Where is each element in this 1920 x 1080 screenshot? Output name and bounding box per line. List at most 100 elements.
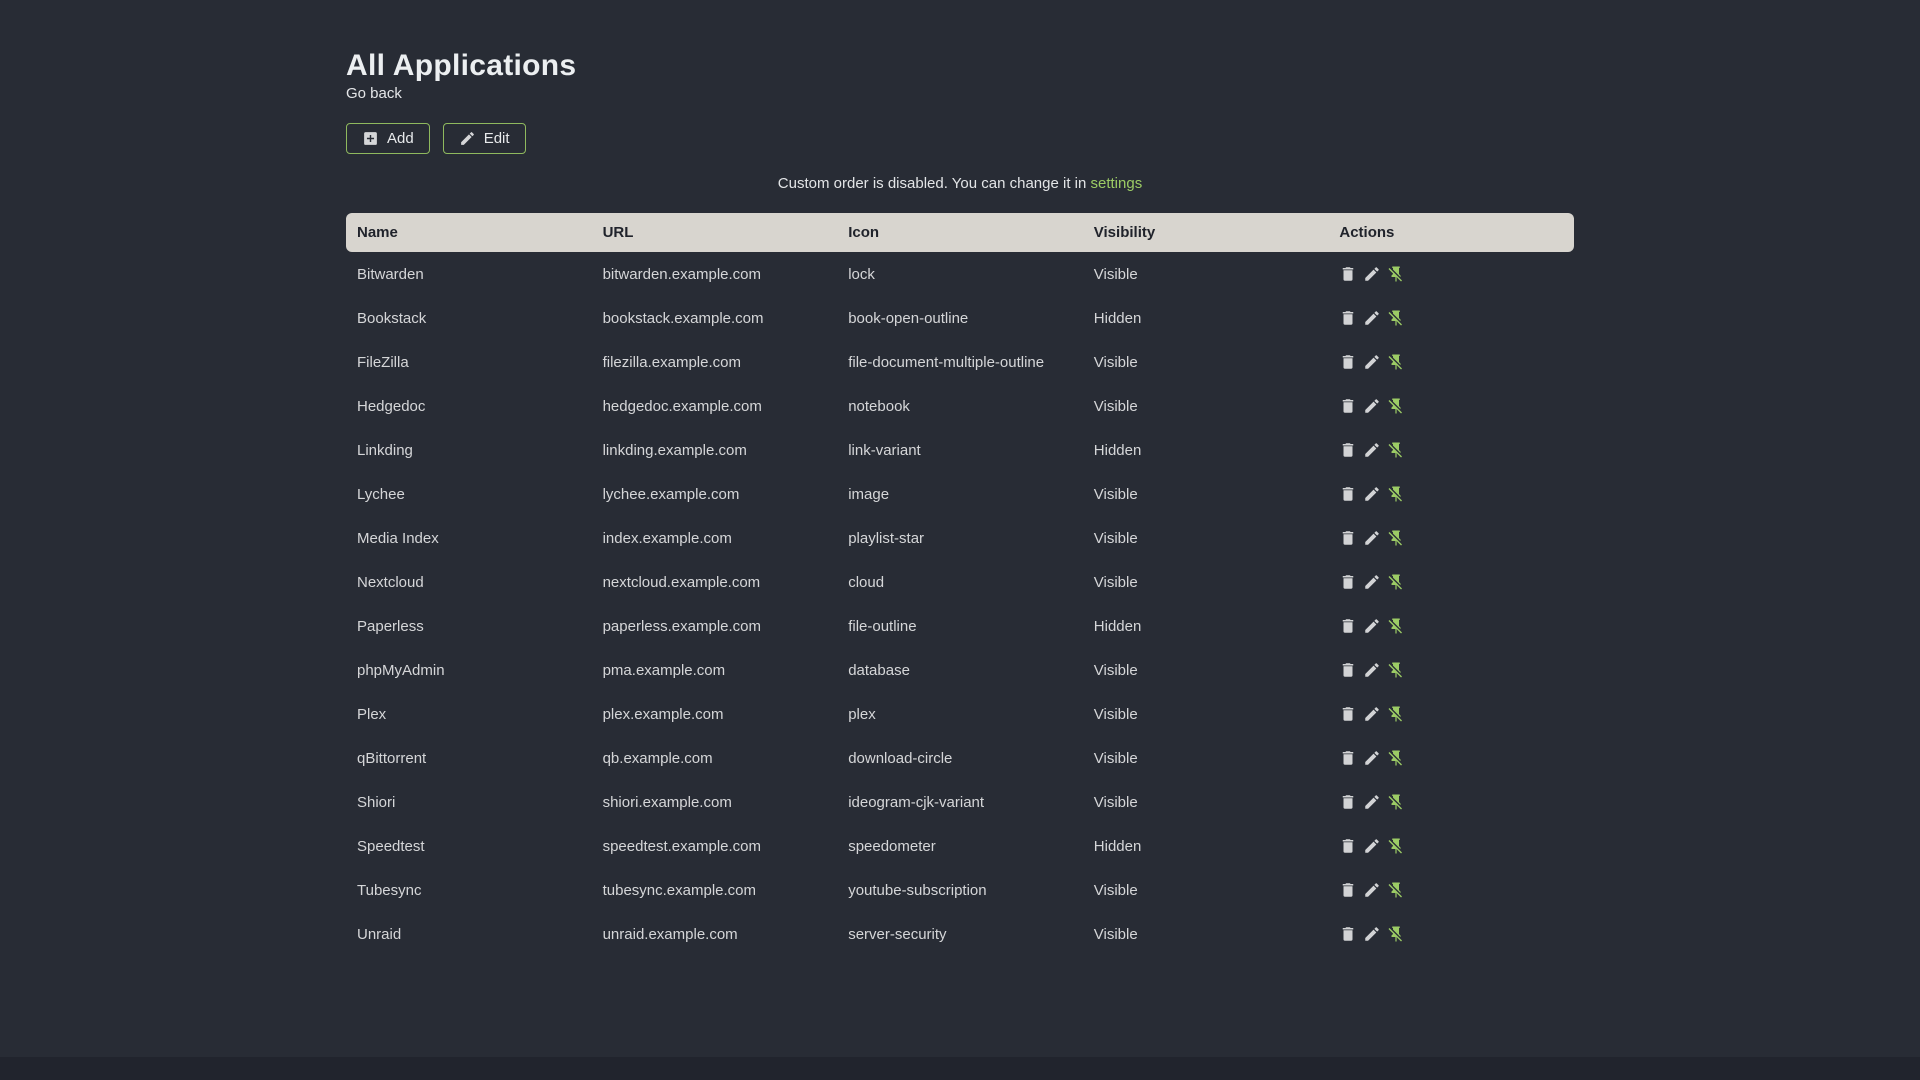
pin-off-icon[interactable] (1387, 749, 1405, 767)
delete-icon[interactable] (1339, 661, 1357, 679)
delete-icon[interactable] (1339, 617, 1357, 635)
app-name-cell: Plex (357, 705, 387, 723)
delete-icon[interactable] (1339, 353, 1357, 371)
delete-icon[interactable] (1339, 573, 1357, 591)
pencil-icon[interactable] (1363, 661, 1381, 679)
table-header-row: Name URL Icon Visibility Actions (346, 213, 1574, 252)
app-url-cell: nextcloud.example.com (602, 573, 761, 591)
notice-text: Custom order is disabled. You can change… (777, 175, 1087, 192)
pin-off-icon[interactable] (1387, 617, 1405, 635)
pencil-icon[interactable] (1363, 837, 1381, 855)
add-button[interactable]: Add (346, 123, 430, 154)
app-visibility-cell: Visible (1093, 881, 1138, 899)
app-icon-cell: ideogram-cjk-variant (848, 793, 985, 811)
app-actions-cell (1328, 309, 1574, 327)
pencil-icon[interactable] (1363, 925, 1381, 943)
app-icon-cell: lock (848, 265, 875, 283)
pencil-icon[interactable] (1363, 397, 1381, 415)
pin-off-icon[interactable] (1387, 441, 1405, 459)
pin-off-icon[interactable] (1387, 881, 1405, 899)
delete-icon[interactable] (1339, 529, 1357, 547)
delete-icon[interactable] (1339, 265, 1357, 283)
app-icon-cell: database (848, 661, 910, 679)
pin-off-icon[interactable] (1387, 837, 1405, 855)
app-visibility-cell: Visible (1093, 793, 1138, 811)
pencil-icon[interactable] (1363, 793, 1381, 811)
app-name-cell: Bookstack (357, 309, 427, 327)
app-visibility-cell: Visible (1093, 529, 1138, 547)
app-icon-cell: speedometer (848, 837, 936, 855)
app-actions-cell (1328, 837, 1574, 855)
app-icon-cell: book-open-outline (848, 309, 969, 327)
pin-off-icon[interactable] (1387, 265, 1405, 283)
delete-icon[interactable] (1339, 441, 1357, 459)
table-row: FileZilla filezilla.example.com file-doc… (346, 340, 1574, 384)
app-actions-cell (1328, 573, 1574, 591)
pin-off-icon[interactable] (1387, 485, 1405, 503)
pencil-icon[interactable] (1363, 573, 1381, 591)
pencil-icon[interactable] (1363, 485, 1381, 503)
app-name-cell: Tubesync (357, 881, 422, 899)
delete-icon[interactable] (1339, 925, 1357, 943)
table-row: qBittorrent qb.example.com download-circ… (346, 736, 1574, 780)
column-header-url: URL (602, 224, 634, 241)
app-url-cell: filezilla.example.com (602, 353, 741, 371)
settings-link[interactable]: settings (1091, 175, 1143, 192)
app-url-cell: speedtest.example.com (602, 837, 762, 855)
delete-icon[interactable] (1339, 397, 1357, 415)
table-row: Plex plex.example.com plex Visible (346, 692, 1574, 736)
column-header-actions: Actions (1339, 224, 1395, 241)
pin-off-icon[interactable] (1387, 309, 1405, 327)
delete-icon[interactable] (1339, 837, 1357, 855)
pencil-icon (459, 130, 476, 147)
delete-icon[interactable] (1339, 485, 1357, 503)
app-url-cell: unraid.example.com (602, 925, 738, 943)
table-row: Shiori shiori.example.com ideogram-cjk-v… (346, 780, 1574, 824)
app-name-cell: Media Index (357, 529, 439, 547)
app-visibility-cell: Visible (1093, 265, 1138, 283)
delete-icon[interactable] (1339, 309, 1357, 327)
app-actions-cell (1328, 529, 1574, 547)
table-row: Speedtest speedtest.example.com speedome… (346, 824, 1574, 868)
app-url-cell: linkding.example.com (602, 441, 747, 459)
pin-off-icon[interactable] (1387, 661, 1405, 679)
app-visibility-cell: Visible (1093, 573, 1138, 591)
pencil-icon[interactable] (1363, 309, 1381, 327)
add-button-label: Add (387, 130, 414, 147)
app-visibility-cell: Visible (1093, 925, 1138, 943)
table-row: Tubesync tubesync.example.com youtube-su… (346, 868, 1574, 912)
go-back-link[interactable]: Go back (346, 85, 402, 103)
pencil-icon[interactable] (1363, 705, 1381, 723)
app-visibility-cell: Hidden (1093, 617, 1142, 635)
app-actions-cell (1328, 925, 1574, 943)
delete-icon[interactable] (1339, 793, 1357, 811)
applications-page: All Applications Go back Add Edit Custom… (0, 0, 1920, 1057)
edit-button[interactable]: Edit (442, 123, 526, 154)
pencil-icon[interactable] (1363, 529, 1381, 547)
pencil-icon[interactable] (1363, 617, 1381, 635)
pin-off-icon[interactable] (1387, 705, 1405, 723)
pin-off-icon[interactable] (1387, 793, 1405, 811)
pencil-icon[interactable] (1363, 441, 1381, 459)
pin-off-icon[interactable] (1387, 397, 1405, 415)
pencil-icon[interactable] (1363, 353, 1381, 371)
table-row: Media Index index.example.com playlist-s… (346, 516, 1574, 560)
pencil-icon[interactable] (1363, 749, 1381, 767)
pencil-icon[interactable] (1363, 881, 1381, 899)
app-icon-cell: cloud (848, 573, 885, 591)
app-icon-cell: image (848, 485, 890, 503)
delete-icon[interactable] (1339, 881, 1357, 899)
pin-off-icon[interactable] (1387, 573, 1405, 591)
pencil-icon[interactable] (1363, 265, 1381, 283)
app-url-cell: plex.example.com (602, 705, 724, 723)
pin-off-icon[interactable] (1387, 529, 1405, 547)
edit-button-label: Edit (483, 130, 510, 147)
table-row: Bitwarden bitwarden.example.com lock Vis… (346, 252, 1574, 296)
delete-icon[interactable] (1339, 705, 1357, 723)
app-name-cell: FileZilla (357, 353, 409, 371)
delete-icon[interactable] (1339, 749, 1357, 767)
app-actions-cell (1328, 265, 1574, 283)
app-actions-cell (1328, 881, 1574, 899)
pin-off-icon[interactable] (1387, 353, 1405, 371)
pin-off-icon[interactable] (1387, 925, 1405, 943)
